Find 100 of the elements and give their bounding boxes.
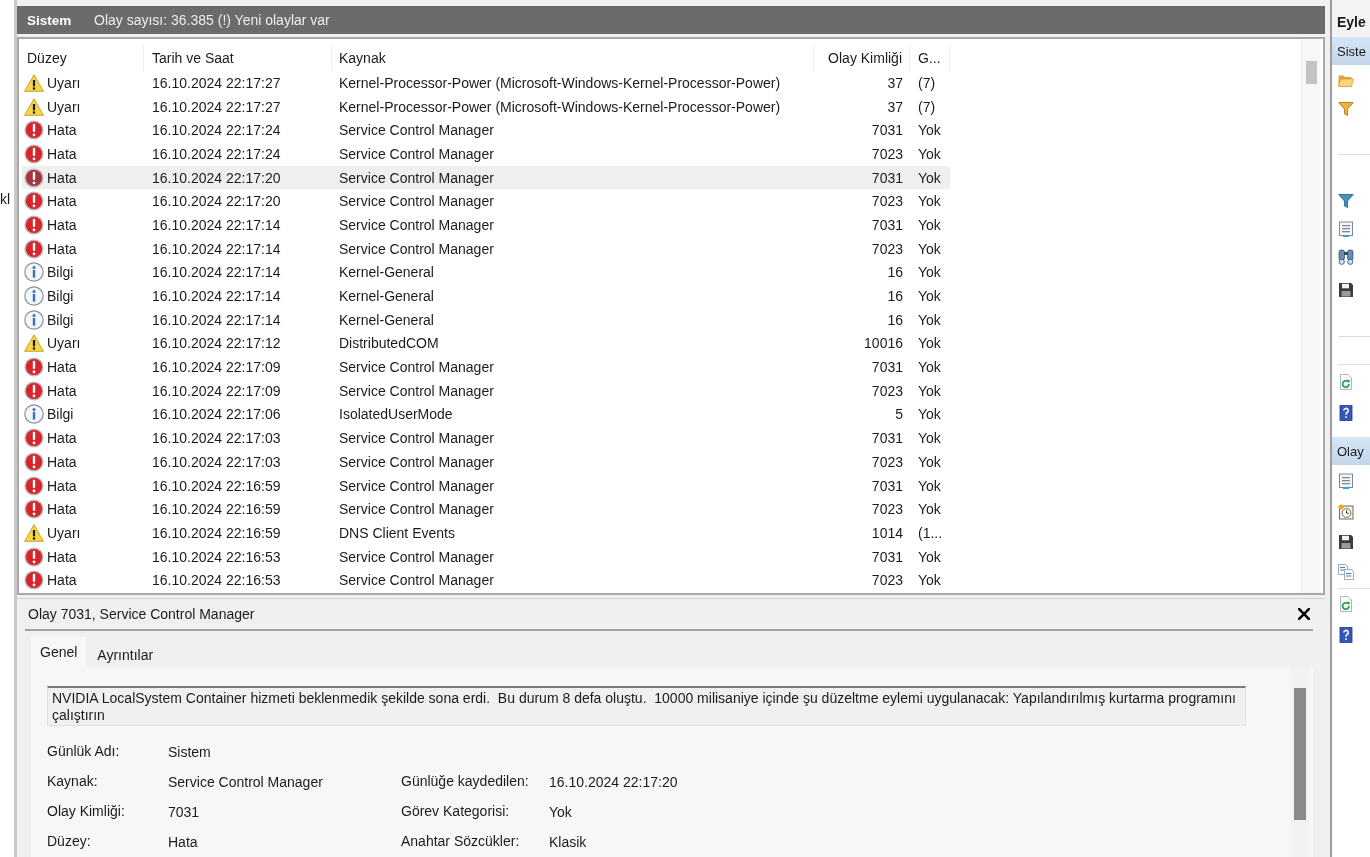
table-cell-text: 16 bbox=[886, 310, 904, 330]
document-list-icon[interactable] bbox=[1338, 221, 1354, 237]
table-cell-text: Service Control Manager bbox=[338, 168, 495, 188]
column-header[interactable]: Olay Kimliği bbox=[814, 45, 910, 71]
severity-label: Bilgi bbox=[47, 406, 74, 423]
clock-icon[interactable] bbox=[1338, 504, 1354, 520]
table-cell-text: 7031 bbox=[870, 547, 904, 567]
field-label: Olay Kimliği: bbox=[47, 802, 125, 821]
info-icon bbox=[24, 286, 44, 307]
tab[interactable]: Genel bbox=[31, 637, 87, 667]
column-header[interactable]: G... bbox=[910, 45, 950, 71]
vertical-scrollbar[interactable] bbox=[1301, 39, 1320, 593]
event-row[interactable]: Uyarı 16.10.2024 22:17:12 DistributedCOM 10016 Yok bbox=[22, 331, 950, 356]
table-cell-text: Service Control Manager bbox=[338, 215, 495, 235]
help-icon[interactable] bbox=[1338, 627, 1354, 643]
severity-label: Uyarı bbox=[47, 74, 81, 91]
vertical-scrollbar[interactable] bbox=[1291, 667, 1309, 857]
severity-label: Hata bbox=[47, 572, 77, 589]
table-cell-text: 16.10.2024 22:17:03 bbox=[151, 429, 282, 449]
refresh-icon[interactable] bbox=[1338, 374, 1354, 390]
error-icon bbox=[24, 475, 44, 496]
close-button[interactable] bbox=[1298, 608, 1310, 620]
table-cell-text: 7031 bbox=[870, 476, 904, 496]
severity-label: Bilgi bbox=[47, 288, 74, 305]
log-title: Sistem bbox=[27, 12, 73, 28]
help-icon[interactable] bbox=[1338, 405, 1354, 421]
event-row[interactable]: Hata 16.10.2024 22:17:24 Service Control Manager 7023 Yok bbox=[22, 142, 950, 166]
folder-icon[interactable] bbox=[1338, 74, 1354, 88]
table-cell-text: 16.10.2024 22:17:09 bbox=[151, 358, 282, 378]
copy-icon[interactable] bbox=[1338, 564, 1354, 580]
table-cell-text: 16.10.2024 22:17:27 bbox=[151, 97, 282, 117]
event-title: Olay 7031, Service Control Manager bbox=[28, 606, 255, 622]
event-row[interactable]: Hata 16.10.2024 22:17:03 Service Control Manager 7031 Yok bbox=[22, 426, 950, 450]
tab[interactable]: Ayrıntılar bbox=[88, 637, 163, 667]
field-value: Yok bbox=[549, 804, 572, 820]
section-header[interactable]: Olay bbox=[1332, 437, 1370, 465]
table-cell-text: DNS Client Events bbox=[338, 523, 456, 543]
tree-item-label[interactable]: kl bbox=[0, 190, 11, 208]
error-icon bbox=[24, 546, 44, 567]
event-row[interactable]: Hata 16.10.2024 22:16:53 Service Control Manager 7023 Yok bbox=[22, 568, 950, 593]
event-row[interactable]: Bilgi 16.10.2024 22:17:14 Kernel-General 16 Yok bbox=[22, 260, 950, 285]
event-row[interactable]: Hata 16.10.2024 22:16:59 Service Control Manager 7023 Yok bbox=[22, 497, 950, 522]
event-row[interactable]: Hata 16.10.2024 22:17:09 Service Control Manager 7023 Yok bbox=[22, 378, 950, 403]
scrollbar-thumb[interactable] bbox=[1294, 688, 1306, 820]
section-header[interactable]: Siste bbox=[1332, 37, 1370, 65]
table-cell-text: DistributedCOM bbox=[338, 334, 440, 354]
refresh-icon[interactable] bbox=[1338, 596, 1354, 612]
funnel-icon[interactable] bbox=[1338, 193, 1354, 209]
field-label: Günlük Adı: bbox=[47, 742, 120, 761]
table-cell-text: Service Control Manager bbox=[338, 547, 495, 567]
binoculars-icon[interactable] bbox=[1338, 249, 1354, 265]
column-header[interactable]: Kaynak bbox=[332, 45, 814, 71]
warning-icon bbox=[24, 73, 44, 92]
table-cell-text: Service Control Manager bbox=[338, 121, 495, 141]
event-row[interactable]: Uyarı 16.10.2024 22:16:59 DNS Client Events 1014 (1... bbox=[22, 521, 950, 545]
column-header[interactable]: Düzey bbox=[22, 45, 144, 71]
severity-label: Hata bbox=[47, 216, 77, 233]
severity-label: Hata bbox=[47, 430, 77, 447]
event-row[interactable]: Bilgi 16.10.2024 22:17:14 Kernel-General 16 Yok bbox=[22, 284, 950, 308]
error-icon bbox=[24, 451, 44, 472]
column-header[interactable]: Tarih ve Saat bbox=[144, 45, 332, 71]
severity-label: Hata bbox=[47, 169, 77, 186]
error-icon bbox=[24, 357, 44, 378]
funnel-icon[interactable] bbox=[1338, 101, 1354, 117]
table-cell-text: Service Control Manager bbox=[338, 500, 495, 520]
event-row[interactable]: Hata 16.10.2024 22:16:59 Service Control Manager 7031 Yok bbox=[22, 473, 950, 498]
event-row[interactable]: Uyarı 16.10.2024 22:17:27 Kernel-Processor-Power (Microsoft-Windows-Kernel-Processor-Power) 37 (7) bbox=[22, 94, 950, 119]
table-cell-text: Yok bbox=[917, 239, 942, 259]
error-icon bbox=[24, 120, 44, 141]
event-row[interactable]: Hata 16.10.2024 22:17:20 Service Control Manager 7023 Yok bbox=[22, 189, 950, 214]
event-row[interactable]: Hata 16.10.2024 22:17:14 Service Control Manager 7023 Yok bbox=[22, 236, 950, 261]
table-cell-text: Yok bbox=[917, 571, 942, 591]
field-value: Sistem bbox=[168, 744, 211, 760]
table-cell-text: 16.10.2024 22:17:24 bbox=[151, 144, 282, 164]
event-row[interactable]: Bilgi 16.10.2024 22:17:06 IsolatedUserMode 5 Yok bbox=[22, 402, 950, 427]
actions-title: Eyle bbox=[1332, 0, 1370, 37]
close-icon bbox=[1298, 608, 1310, 620]
event-row[interactable]: Hata 16.10.2024 22:17:20 Service Control Manager 7031 Yok bbox=[22, 165, 950, 190]
table-cell-text: 16 bbox=[886, 263, 904, 283]
table-cell-text: Yok bbox=[917, 287, 942, 307]
document-list-icon[interactable] bbox=[1338, 473, 1354, 489]
event-row[interactable]: Hata 16.10.2024 22:17:03 Service Control Manager 7023 Yok bbox=[22, 450, 950, 474]
table-cell-text: (7) bbox=[917, 73, 937, 93]
event-row[interactable]: Hata 16.10.2024 22:16:53 Service Control Manager 7031 Yok bbox=[22, 544, 950, 569]
table-cell-text: Yok bbox=[917, 405, 942, 425]
event-row[interactable]: Hata 16.10.2024 22:17:14 Service Control Manager 7031 Yok bbox=[22, 213, 950, 237]
table-cell-text: 10016 bbox=[863, 334, 904, 354]
scrollbar-thumb[interactable] bbox=[1306, 61, 1317, 84]
event-row[interactable]: Hata 16.10.2024 22:17:09 Service Control Manager 7031 Yok bbox=[22, 355, 950, 379]
event-row[interactable]: Bilgi 16.10.2024 22:17:14 Kernel-General 16 Yok bbox=[22, 307, 950, 332]
table-cell-text: Kernel-General bbox=[338, 287, 435, 307]
severity-label: Hata bbox=[47, 145, 77, 162]
event-count-status: Olay sayısı: 36.385 (!) Yeni olaylar var bbox=[94, 12, 330, 28]
severity-label: Hata bbox=[47, 548, 77, 565]
event-row[interactable]: Hata 16.10.2024 22:17:24 Service Control Manager 7031 Yok bbox=[22, 118, 950, 143]
table-cell-text: 7023 bbox=[870, 500, 904, 520]
field-value: 7031 bbox=[168, 804, 200, 820]
warning-icon bbox=[24, 97, 44, 116]
severity-label: Hata bbox=[47, 382, 77, 399]
event-row[interactable]: Uyarı 16.10.2024 22:17:27 Kernel-Processor-Power (Microsoft-Windows-Kernel-Processor-Power) 37 (7) bbox=[22, 71, 950, 95]
